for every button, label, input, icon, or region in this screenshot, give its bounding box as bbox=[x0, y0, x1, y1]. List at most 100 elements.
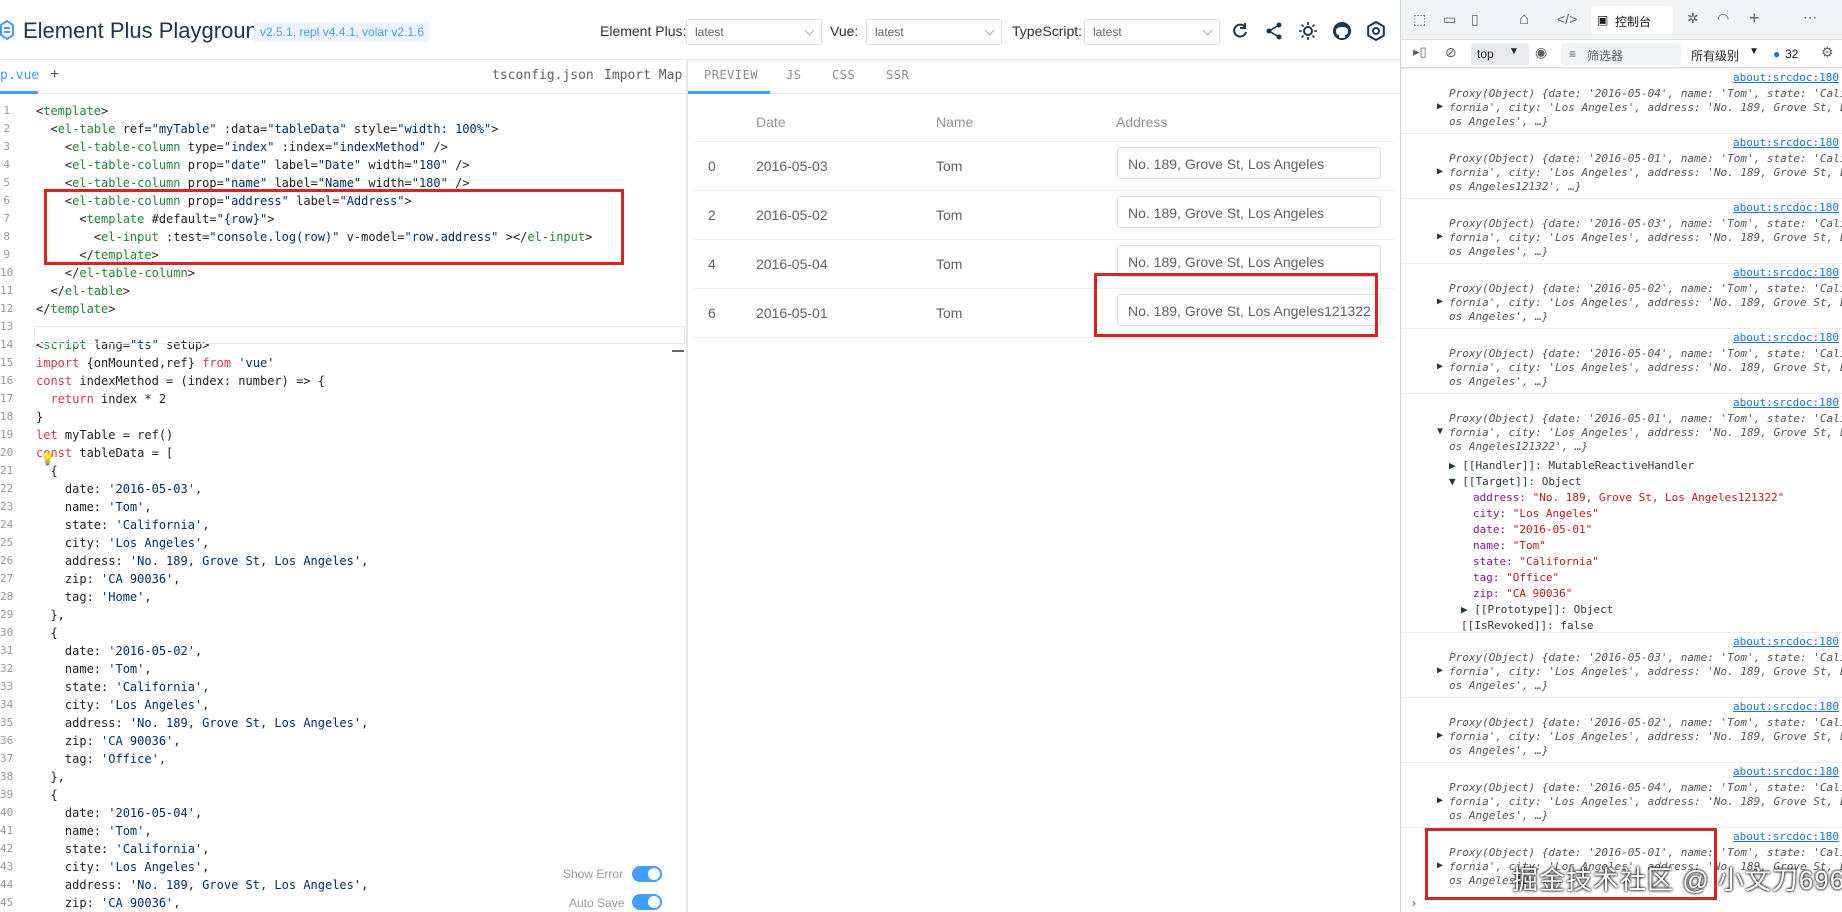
expand-triangle-icon[interactable]: ▶ bbox=[1437, 101, 1443, 112]
log-source-link[interactable]: about:srcdoc:180 bbox=[1733, 700, 1839, 713]
log-levels-select[interactable]: 所有级别 bbox=[1691, 47, 1739, 64]
log-source-link[interactable]: about:srcdoc:180 bbox=[1733, 71, 1839, 84]
tab-css[interactable]: CSS bbox=[832, 68, 855, 82]
lightbulb-icon[interactable]: 💡 bbox=[40, 452, 55, 466]
object-tree-node[interactable]: date: "2016-05-01" bbox=[1473, 522, 1592, 538]
console-log-entry[interactable]: about:srcdoc:180 Proxy(Object) {date: '20… bbox=[1401, 68, 1842, 133]
console-filter-input[interactable]: ≡ 筛选器 bbox=[1561, 43, 1681, 65]
console-toolbar: ▸▯ ⊘ top ▼ ◉ ≡ 筛选器 所有级别 ▼ ● 32 ⚙ bbox=[1401, 40, 1842, 68]
show-error-toggle[interactable] bbox=[632, 866, 662, 882]
tab-import-map[interactable]: Import Map bbox=[604, 68, 682, 83]
line-number: 28 bbox=[0, 590, 14, 603]
issues-count[interactable]: 32 bbox=[1785, 47, 1798, 61]
row-date: 2016-05-03 bbox=[756, 158, 828, 174]
object-tree-node[interactable]: state: "California" bbox=[1473, 554, 1599, 570]
console-log-entry[interactable]: about:srcdoc:180 Proxy(Object) {date: '20… bbox=[1401, 328, 1842, 393]
console-log-entry[interactable]: about:srcdoc:180 Proxy(Object) {date: '20… bbox=[1401, 263, 1842, 328]
inspect-icon[interactable]: ⬚ bbox=[1413, 11, 1426, 28]
line-number: 23 bbox=[0, 500, 14, 513]
filter-icon: ≡ bbox=[1569, 47, 1577, 61]
more-tabs-icon[interactable]: + bbox=[1749, 8, 1760, 29]
typescript-version-label: TypeScript: bbox=[1012, 23, 1083, 39]
tab-app-vue[interactable]: p.vue bbox=[0, 68, 39, 83]
console-log-entry[interactable]: about:srcdoc:180 Proxy(Object) {date: '20… bbox=[1401, 198, 1842, 263]
bug-icon[interactable]: ✲ bbox=[1687, 10, 1699, 27]
console-log-entry[interactable]: about:srcdoc:180 Proxy(Object) {date: '20… bbox=[1401, 133, 1842, 198]
log-source-link[interactable]: about:srcdoc:180 bbox=[1733, 396, 1839, 409]
object-tree-node[interactable]: ▼ [[Target]]: Object bbox=[1449, 474, 1581, 490]
log-source-link[interactable]: about:srcdoc:180 bbox=[1733, 201, 1839, 214]
log-source-link[interactable]: about:srcdoc:180 bbox=[1733, 266, 1839, 279]
sidebar-icon[interactable]: ▯ bbox=[1471, 11, 1479, 28]
object-tree-node[interactable]: zip: "CA 90036" bbox=[1473, 586, 1572, 602]
expand-triangle-icon[interactable]: ▶ bbox=[1437, 361, 1443, 372]
issues-icon[interactable]: ● bbox=[1773, 47, 1780, 61]
auto-save-toggle[interactable] bbox=[632, 894, 662, 910]
console-log-entry[interactable]: about:srcdoc:180 Proxy(Object) {date: '20… bbox=[1401, 697, 1842, 762]
column-header-date[interactable]: Date bbox=[756, 114, 786, 130]
version-badge[interactable]: v2.5.1, repl v4.4.1, volar v2.1.6 bbox=[254, 22, 431, 42]
line-number: 26 bbox=[0, 554, 14, 567]
home-icon[interactable]: ⌂ bbox=[1519, 9, 1529, 29]
sidebar-toggle-icon[interactable]: ▸▯ bbox=[1413, 44, 1427, 60]
console-log-entry[interactable]: about:srcdoc:180 Proxy(Object) {date: '20… bbox=[1401, 632, 1842, 697]
tab-tsconfig[interactable]: tsconfig.json bbox=[492, 68, 594, 83]
object-tree-node[interactable]: name: "Tom" bbox=[1473, 538, 1546, 554]
log-source-link[interactable]: about:srcdoc:180 bbox=[1733, 635, 1839, 648]
eye-icon[interactable]: ◉ bbox=[1535, 44, 1547, 61]
chevron-down-icon bbox=[1202, 25, 1213, 36]
expand-triangle-icon[interactable]: ▶ bbox=[1437, 231, 1443, 242]
log-source-link[interactable]: about:srcdoc:180 bbox=[1733, 331, 1839, 344]
address-input[interactable]: No. 189, Grove St, Los Angeles bbox=[1117, 147, 1381, 179]
line-number: 45 bbox=[0, 896, 14, 909]
column-header-name[interactable]: Name bbox=[936, 114, 973, 130]
pane-splitter[interactable] bbox=[686, 60, 688, 912]
console-settings-icon[interactable]: ⚙ bbox=[1821, 44, 1834, 61]
tab-ssr[interactable]: SSR bbox=[886, 68, 909, 82]
wifi-icon[interactable]: ◠ bbox=[1717, 10, 1729, 27]
tab-preview[interactable]: PREVIEW bbox=[704, 68, 758, 82]
object-tree-node[interactable]: city: "Los Angeles" bbox=[1473, 506, 1599, 522]
console-tab[interactable]: ▣ 控制台 bbox=[1591, 6, 1673, 34]
log-source-link[interactable]: about:srcdoc:180 bbox=[1733, 136, 1839, 149]
address-input[interactable]: No. 189, Grove St, Los Angeles bbox=[1117, 196, 1381, 228]
overflow-menu-icon[interactable]: ⋯ bbox=[1803, 9, 1817, 26]
expand-triangle-icon[interactable]: ▶ bbox=[1437, 166, 1443, 177]
console-log-entry[interactable]: about:srcdoc:180 Proxy(Object) {date: '20… bbox=[1401, 762, 1842, 827]
expand-triangle-icon[interactable]: ▶ bbox=[1437, 665, 1443, 676]
log-source-link[interactable]: about:srcdoc:180 bbox=[1733, 830, 1839, 843]
object-tree-node[interactable]: tag: "Office" bbox=[1473, 570, 1559, 586]
code-text: </el-table> bbox=[36, 284, 130, 298]
object-tree-node[interactable]: ▶ [[Handler]]: MutableReactiveHandler bbox=[1449, 458, 1694, 474]
sun-icon[interactable] bbox=[1298, 21, 1318, 41]
device-toolbar-icon[interactable]: ▭ bbox=[1443, 11, 1456, 28]
expand-triangle-icon[interactable]: ▶ bbox=[1437, 795, 1443, 806]
github-icon[interactable] bbox=[1332, 21, 1352, 41]
log-source-link[interactable]: about:srcdoc:180 bbox=[1733, 765, 1839, 778]
vue-version-select[interactable]: latest bbox=[866, 19, 1002, 45]
column-header-address[interactable]: Address bbox=[1116, 114, 1167, 130]
expand-triangle-icon[interactable]: ▶ bbox=[1437, 296, 1443, 307]
collapse-triangle-icon[interactable]: ▼ bbox=[1437, 426, 1443, 437]
expand-triangle-icon[interactable]: ▶ bbox=[1437, 730, 1443, 741]
log-text: fornia', city: 'Los Angeles', address: '… bbox=[1449, 166, 1842, 179]
code-text: let myTable = ref() bbox=[36, 428, 174, 442]
context-select[interactable]: top ▼ bbox=[1471, 43, 1529, 65]
typescript-version-select[interactable]: latest bbox=[1084, 19, 1220, 45]
line-number: 27 bbox=[0, 572, 14, 585]
console-prompt-icon[interactable]: › bbox=[1412, 896, 1416, 910]
object-tree-node[interactable]: address: "No. 189, Grove St, Los Angeles… bbox=[1473, 490, 1784, 506]
page-title: Element Plus Playground bbox=[23, 18, 271, 43]
code-text: const tableData = [ bbox=[36, 446, 174, 460]
element-plus-version-select[interactable]: latest bbox=[686, 19, 822, 45]
settings-icon[interactable] bbox=[1366, 21, 1386, 41]
elements-icon[interactable]: </> bbox=[1557, 11, 1577, 27]
console-log-entry[interactable]: about:srcdoc:180 Proxy(Object) {date: '20… bbox=[1401, 393, 1842, 632]
clear-console-icon[interactable]: ⊘ bbox=[1445, 44, 1457, 61]
code-text: } bbox=[36, 410, 44, 424]
tab-js[interactable]: JS bbox=[786, 68, 801, 82]
refresh-icon[interactable] bbox=[1230, 21, 1250, 41]
object-tree-node[interactable]: ▶ [[Prototype]]: Object bbox=[1461, 602, 1613, 618]
add-file-button[interactable]: + bbox=[50, 66, 59, 84]
share-icon[interactable] bbox=[1264, 21, 1284, 41]
